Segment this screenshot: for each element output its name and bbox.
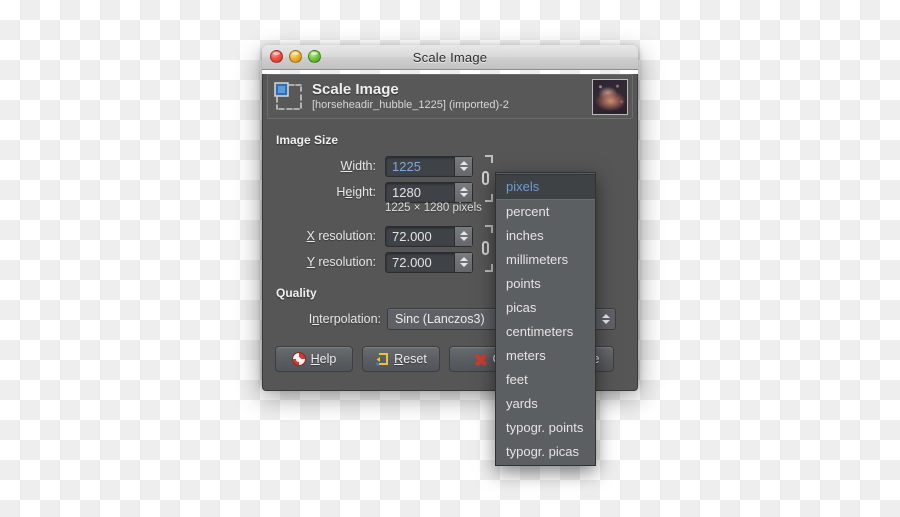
dropdown-item-millimeters[interactable]: millimeters bbox=[496, 248, 595, 272]
chevron-updown-icon bbox=[602, 314, 610, 324]
dropdown-item-picas[interactable]: picas bbox=[496, 296, 595, 320]
interpolation-label: Interpolation: bbox=[308, 312, 381, 326]
dropdown-item-meters[interactable]: meters bbox=[496, 344, 595, 368]
x-resolution-input[interactable]: 72.000 bbox=[385, 225, 473, 247]
reset-button[interactable]: Reset bbox=[362, 346, 440, 372]
dropdown-item-typogr-points[interactable]: typogr. points bbox=[496, 416, 595, 440]
x-resolution-value: 72.000 bbox=[392, 228, 432, 244]
lifering-icon bbox=[291, 352, 306, 366]
y-resolution-row: Y resolution: 72.000 bbox=[276, 249, 496, 275]
header-subtitle: [horseheadir_hubble_1225] (imported)-2 bbox=[312, 99, 509, 111]
y-resolution-label: Y resolution: bbox=[306, 255, 376, 269]
interpolation-value: Sinc (Lanczos3) bbox=[395, 312, 485, 326]
window-titlebar[interactable]: Scale Image bbox=[262, 45, 638, 70]
dialog-header: Scale Image [horseheadir_hubble_1225] (i… bbox=[267, 74, 633, 119]
width-label: Width: bbox=[340, 159, 376, 173]
quality-section-label: Quality bbox=[276, 286, 317, 300]
y-resolution-stepper[interactable] bbox=[454, 252, 472, 272]
chevron-up-icon bbox=[459, 257, 468, 261]
dropdown-item-centimeters[interactable]: centimeters bbox=[496, 320, 595, 344]
chevron-down-icon bbox=[459, 237, 468, 241]
chevron-down-icon bbox=[459, 263, 468, 267]
dropdown-item-points[interactable]: points bbox=[496, 272, 595, 296]
y-resolution-input[interactable]: 72.000 bbox=[385, 251, 473, 273]
revert-arrow-icon bbox=[375, 352, 389, 366]
width-input[interactable]: 1225 bbox=[385, 155, 473, 177]
scale-image-icon bbox=[274, 81, 304, 112]
dropdown-item-typogr-picas[interactable]: typogr. picas bbox=[496, 440, 595, 464]
chevron-up-icon bbox=[459, 187, 468, 191]
unit-dropdown-menu[interactable]: pixels percent inches millimeters points… bbox=[495, 172, 596, 466]
height-stepper[interactable] bbox=[454, 182, 472, 202]
reset-button-label: Reset bbox=[394, 352, 427, 366]
height-input[interactable]: 1280 bbox=[385, 181, 473, 203]
dropdown-item-yards[interactable]: yards bbox=[496, 392, 595, 416]
chevron-up-icon bbox=[459, 161, 468, 165]
width-stepper[interactable] bbox=[454, 156, 472, 176]
image-size-section-label: Image Size bbox=[276, 133, 339, 147]
x-resolution-row: X resolution: 72.000 bbox=[276, 223, 496, 272]
header-text-group: Scale Image [horseheadir_hubble_1225] (i… bbox=[308, 81, 592, 112]
dropdown-item-inches[interactable]: inches bbox=[496, 224, 595, 248]
help-button-label: Help bbox=[310, 352, 337, 366]
dropdown-item-feet[interactable]: feet bbox=[496, 368, 595, 392]
y-resolution-value: 72.000 bbox=[392, 254, 432, 270]
red-x-icon bbox=[474, 353, 487, 366]
minimize-button[interactable] bbox=[289, 50, 302, 63]
image-thumbnail bbox=[592, 78, 628, 115]
help-button[interactable]: Help bbox=[275, 346, 353, 372]
x-resolution-label: X resolution: bbox=[306, 229, 377, 243]
zoom-button[interactable] bbox=[308, 50, 321, 63]
close-button[interactable] bbox=[270, 50, 283, 63]
header-title: Scale Image bbox=[312, 81, 399, 98]
chevron-up-icon bbox=[459, 231, 468, 235]
resolution-chain-link-icon[interactable] bbox=[479, 223, 493, 272]
dropdown-item-pixels[interactable]: pixels bbox=[496, 174, 595, 200]
height-value: 1280 bbox=[392, 184, 421, 200]
chevron-down-icon bbox=[459, 193, 468, 197]
width-row: Width: 1225 bbox=[276, 153, 496, 202]
dropdown-item-percent[interactable]: percent bbox=[496, 200, 595, 224]
height-label: Height: bbox=[336, 185, 376, 199]
x-resolution-stepper[interactable] bbox=[454, 226, 472, 246]
width-value: 1225 bbox=[392, 158, 421, 174]
chevron-down-icon bbox=[459, 167, 468, 171]
window-controls bbox=[270, 50, 321, 63]
dimensions-note: 1225 × 1280 pixels bbox=[385, 202, 482, 214]
size-chain-link-icon[interactable] bbox=[479, 153, 493, 202]
